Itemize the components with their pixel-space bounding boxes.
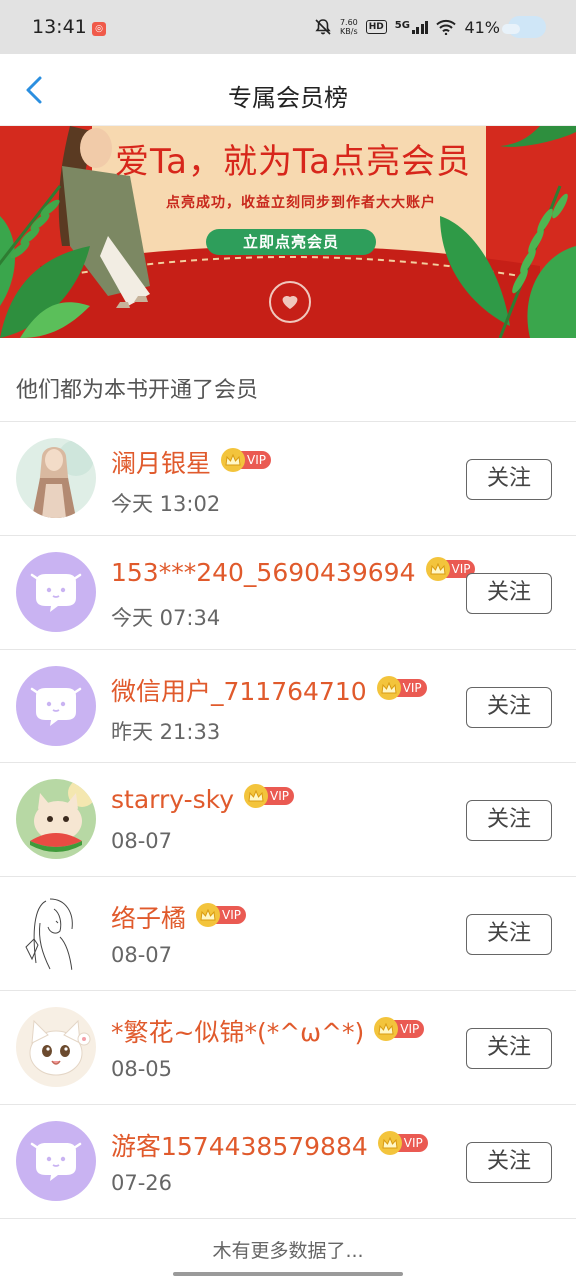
list-item[interactable]: 澜月银星 VIP 今天 13:02 关注: [0, 422, 576, 536]
member-name-text: 络子橘: [111, 904, 187, 934]
member-time: 今天 13:02: [111, 492, 221, 516]
member-name[interactable]: 络子橘 VIP: [111, 899, 246, 935]
app-notification-icon: ◎: [92, 22, 106, 36]
member-name-text: 澜月银星: [111, 449, 212, 478]
vip-badge: VIP: [244, 784, 295, 809]
member-name[interactable]: 游客1574438579884 VIP: [111, 1127, 428, 1163]
member-time: 今天 07:34: [111, 605, 221, 630]
list-item[interactable]: 络子橘 VIP 08-07 关注: [0, 877, 576, 991]
member-name[interactable]: starry-sky VIP: [111, 784, 295, 815]
member-name[interactable]: *繁花~似锦*(*^ω^*) VIP: [111, 1013, 425, 1049]
network-type: 5G: [394, 20, 410, 31]
nav-bar: 专属会员榜: [0, 54, 576, 126]
net-speed: 7.60 KB/s: [340, 18, 358, 36]
avatar[interactable]: [16, 1120, 96, 1201]
battery-percent: 41%: [464, 17, 500, 37]
cloud-icon: [502, 16, 546, 38]
status-icons: 7.60 KB/s HD 5G 41%: [314, 14, 546, 40]
list-item[interactable]: *繁花~似锦*(*^ω^*) VIP 08-05 关注: [0, 991, 576, 1105]
vip-badge: VIP: [374, 1016, 425, 1041]
banner-subtitle: 点亮成功，收益立刻同步到作者大大账户: [166, 195, 436, 211]
member-time: 07-26: [111, 1170, 173, 1195]
cellular-signal-icon: 5G: [395, 20, 429, 34]
default-avatar-icon: [16, 1120, 96, 1201]
default-avatar-icon: [16, 551, 96, 632]
status-bar: 13:41 ◎ 7.60 KB/s HD 5G 41%: [0, 0, 576, 54]
vip-badge: VIP: [376, 675, 427, 700]
mute-icon: [315, 19, 331, 35]
list-item[interactable]: 微信用户_711764710 VIP 昨天 21:33 关注: [0, 650, 576, 764]
crown-icon: [425, 556, 450, 581]
member-name-text: *繁花~似锦*(*^ω^*): [111, 1017, 365, 1047]
vip-badge: VIP: [221, 448, 271, 472]
follow-button[interactable]: 关注: [466, 1141, 552, 1183]
member-name[interactable]: 澜月银星 VIP: [111, 444, 271, 480]
crown-icon: [221, 448, 246, 472]
member-name[interactable]: 微信用户_711764710 VIP: [111, 672, 427, 708]
section-title: 他们都为本书开通了会员: [16, 378, 259, 403]
member-name-text: 微信用户_711764710: [111, 676, 367, 706]
hd-icon: HD: [365, 20, 387, 34]
default-avatar-icon: [16, 665, 96, 746]
follow-button[interactable]: 关注: [466, 914, 552, 956]
no-more-data-text: 木有更多数据了...: [212, 1240, 364, 1262]
follow-button[interactable]: 关注: [466, 572, 552, 614]
avatar[interactable]: [16, 665, 96, 746]
crown-icon: [376, 675, 401, 700]
avatar[interactable]: [16, 1006, 96, 1087]
avatar[interactable]: [16, 551, 96, 632]
home-indicator[interactable]: [173, 1272, 403, 1276]
follow-button[interactable]: 关注: [466, 1027, 552, 1069]
light-up-membership-button[interactable]: 立即点亮会员: [206, 229, 376, 255]
status-time: 13:41: [32, 16, 87, 38]
member-time: 08-07: [111, 829, 173, 854]
avatar[interactable]: [16, 779, 96, 860]
net-speed-unit: KB/s: [340, 27, 358, 36]
avatar[interactable]: [16, 893, 96, 974]
promo-banner[interactable]: 爱Ta，就为Ta点亮会员 点亮成功，收益立刻同步到作者大大账户 立即点亮会员: [0, 126, 576, 338]
member-time: 08-07: [111, 943, 173, 968]
member-time: 昨天 21:33: [111, 719, 221, 744]
follow-button[interactable]: 关注: [466, 459, 552, 500]
banner-headline: 爱Ta，就为Ta点亮会员: [115, 142, 471, 182]
follow-button[interactable]: 关注: [466, 800, 552, 842]
illustration-girl-avatar: [16, 438, 96, 518]
crown-icon: [377, 1130, 402, 1155]
net-speed-value: 7.60: [339, 18, 358, 27]
cartoon-cat-avatar: [16, 1006, 96, 1087]
avatar[interactable]: [16, 438, 96, 518]
vip-badge: VIP: [377, 1130, 428, 1155]
follow-button[interactable]: 关注: [466, 686, 552, 728]
member-name-text: 游客1574438579884: [111, 1131, 368, 1161]
page-title: 专属会员榜: [228, 84, 348, 112]
member-time: 08-05: [111, 1056, 173, 1081]
list-item[interactable]: 153***240_5690439694 VIP 今天 07:34 关注: [0, 536, 576, 650]
kitten-watermelon-avatar: [16, 779, 96, 860]
sketch-girl-avatar: [16, 893, 96, 974]
member-name-text: 153***240_5690439694: [111, 557, 416, 587]
member-name[interactable]: 153***240_5690439694 VIP: [111, 556, 476, 587]
vip-badge: VIP: [196, 903, 246, 928]
member-name-text: starry-sky: [111, 785, 235, 815]
member-list: 澜月银星 VIP 今天 13:02 关注 153***240_5690439694…: [0, 422, 576, 1219]
list-item[interactable]: 游客1574438579884 VIP 07-26 关注: [0, 1105, 576, 1219]
list-item[interactable]: starry-sky VIP 08-07 关注: [0, 763, 576, 878]
wifi-icon: [436, 19, 457, 35]
